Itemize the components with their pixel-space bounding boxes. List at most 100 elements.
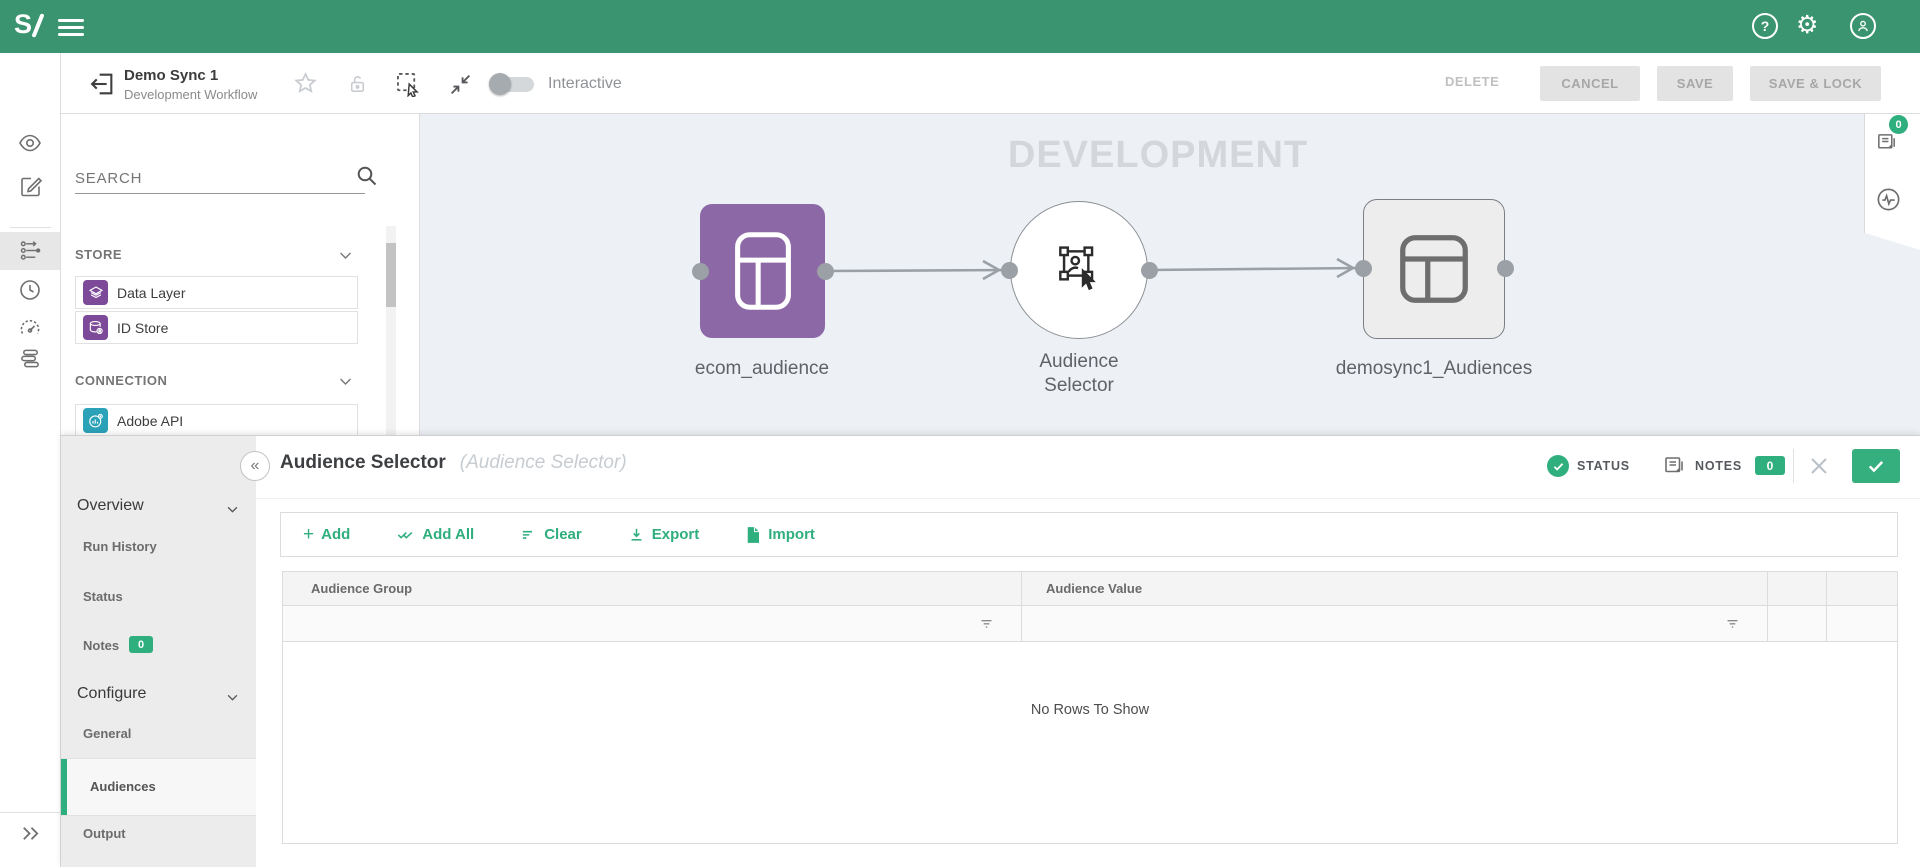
hamburger-menu-icon[interactable] [58,19,84,36]
port-in[interactable] [692,263,709,280]
expand-rail-icon[interactable] [19,822,42,845]
nav-item-audiences-label: Audiences [90,779,156,794]
panel-notes-badge: 0 [1755,456,1785,475]
table-body: No Rows To Show [283,642,1897,843]
collapse-panel-button[interactable]: « [240,451,270,481]
rail-divider [10,227,51,228]
favorite-star-icon[interactable] [292,70,319,97]
configure-chevron-down-icon[interactable] [225,690,240,705]
audience-selector-icon [1059,246,1096,291]
search-icon[interactable] [355,164,379,188]
save-and-lock-button[interactable]: SAVE & LOCK [1750,66,1881,101]
export-label: Export [651,526,700,543]
dashboard-gauge-icon[interactable] [18,316,42,340]
filter-cell-spacer [1768,606,1827,641]
palette-item-label: ID Store [117,319,169,336]
settings-gear-icon[interactable]: ⚙ [1796,10,1818,40]
double-chevron-left-glyph: « [250,457,260,474]
add-all-button[interactable]: Add All [396,525,474,544]
store-chevron-down-icon[interactable] [337,247,354,264]
collapse-canvas-icon[interactable] [448,72,473,97]
help-icon[interactable]: ? [1752,13,1778,39]
cancel-button[interactable]: CANCEL [1540,66,1640,101]
activity-pulse-icon[interactable] [1875,186,1902,213]
nav-item-run-history[interactable]: Run History [83,539,157,554]
nav-group-overview[interactable]: Overview [77,497,144,515]
download-icon [631,528,642,541]
nav-item-status[interactable]: Status [83,589,123,604]
interactive-toggle[interactable] [489,73,534,95]
confirm-button[interactable] [1852,449,1900,483]
help-glyph: ? [1760,18,1770,34]
clear-button[interactable]: Clear [520,526,582,543]
node-audience-selector[interactable] [1010,201,1148,339]
node-demosync1-audiences[interactable] [1363,199,1505,339]
app-root: S ? ⚙ Demo Sync 1 Development Workflow I… [0,0,1920,867]
exit-workflow-icon[interactable] [88,70,116,98]
history-clock-icon[interactable] [18,278,42,302]
selected-indicator-bar [61,759,67,815]
column-header-audience-value[interactable]: Audience Value [1022,572,1768,605]
workflow-subtitle: Development Workflow [124,87,258,102]
logo[interactable]: S [14,9,32,40]
table-icon [1400,235,1468,303]
import-label: Import [768,526,815,543]
overview-chevron-down-icon[interactable] [225,502,240,517]
palette-search-input[interactable] [75,164,365,194]
add-label: Add [321,526,351,543]
node-ecom-audience[interactable] [700,204,825,338]
notes-tab-icon[interactable] [1662,454,1686,478]
add-button[interactable]: + Add [303,525,351,544]
table-icon [734,232,791,310]
nav-item-output[interactable]: Output [83,826,126,841]
logo-text: S [14,9,33,39]
edit-compose-icon[interactable] [19,174,43,198]
interactive-label: Interactive [548,75,622,92]
workflow-pipeline-icon[interactable] [19,239,42,262]
export-button[interactable]: Export [628,526,700,543]
palette-item-id-store[interactable]: ID Store [75,311,358,344]
marquee-select-icon[interactable] [394,70,421,97]
port-in[interactable] [1355,260,1372,277]
workflow-title: Demo Sync 1 [124,67,219,84]
right-rail-border [1864,114,1865,233]
port-out[interactable] [1497,260,1514,277]
lock-icon[interactable] [346,72,369,95]
port-out[interactable] [817,263,834,280]
palette-scrollbar-thumb[interactable] [386,243,396,307]
preview-eye-icon[interactable] [18,131,42,155]
connection-chevron-down-icon[interactable] [337,373,354,390]
panel-title-row: Audience Selector (Audience Selector) [280,452,627,474]
port-out[interactable] [1141,262,1158,279]
port-in[interactable] [1001,262,1018,279]
nav-item-notes[interactable]: Notes [83,638,119,653]
palette-item-adobe-api[interactable]: Adobe API [75,404,358,435]
account-icon[interactable] [1850,13,1876,39]
notes-panel-icon[interactable] [1875,131,1898,154]
delete-button[interactable]: DELETE [1445,74,1499,89]
clear-lines-icon [523,530,533,539]
filter-funnel-icon[interactable] [978,615,995,632]
save-button[interactable]: SAVE [1657,66,1733,101]
filter-funnel-icon[interactable] [1724,615,1741,632]
notes-tab[interactable]: NOTES [1695,459,1742,473]
node-palette: STORE Data Layer ID Store CONNECTION Ado… [61,114,420,435]
filter-cell-audience-group [283,606,1022,641]
column-header-spacer [1768,572,1827,605]
toggle-knob[interactable] [489,73,511,95]
column-label: Audience Value [1046,581,1143,596]
table-filter-row [283,606,1897,642]
column-label: Audience Group [311,581,413,596]
rail-divider-bottom [0,812,61,813]
nav-group-configure[interactable]: Configure [77,685,146,703]
nav-item-general[interactable]: General [83,726,131,741]
close-panel-icon[interactable] [1807,454,1831,478]
queue-stack-icon[interactable] [19,347,42,370]
status-tab[interactable]: STATUS [1577,459,1630,473]
import-button[interactable]: Import [745,526,815,544]
palette-item-label: Adobe API [117,412,184,429]
palette-item-data-layer[interactable]: Data Layer [75,276,358,309]
column-header-audience-group[interactable]: Audience Group [283,572,1022,605]
column-header-spacer [1827,572,1897,605]
nav-item-audiences-selected[interactable]: Audiences [61,758,256,816]
